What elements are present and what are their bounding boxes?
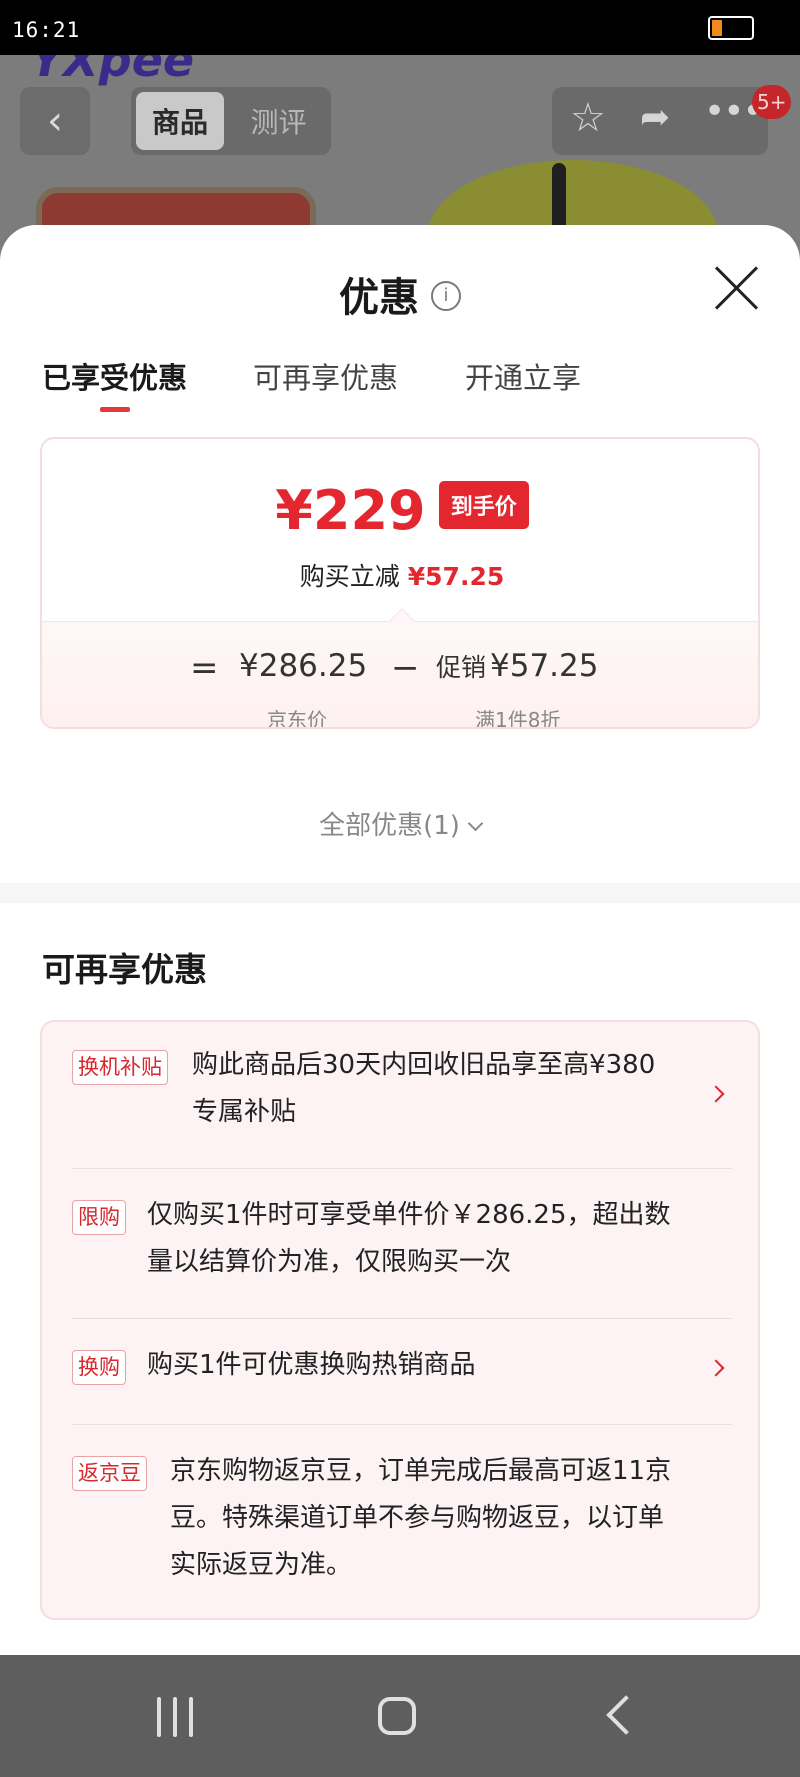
promo-label: 促销 — [436, 653, 487, 682]
status-time: 16:21 — [12, 18, 81, 42]
offer-jd-beans: 返京豆 京东购物返京豆，订单完成后最高可返11京 豆。特殊渠道订单不参与购物返豆… — [72, 1456, 732, 1606]
offer-text: 京东购物返京豆，订单完成后最高可返11京 豆。特殊渠道订单不参与购物返豆，以订单… — [170, 1448, 671, 1589]
offer-text: 购买1件可优惠换购热销商品 — [147, 1342, 476, 1389]
back-nav-icon[interactable] — [606, 1695, 646, 1735]
more-offers-title: 可再享优惠 — [42, 950, 207, 989]
more-offers-card: 换机补贴 购此商品后30天内回收旧品享至高¥380 专属补贴 限购 仅购买1件时… — [40, 1020, 760, 1620]
savings-row: 购买立减 ¥57.25 — [42, 557, 758, 593]
notification-badge: 5+ — [752, 85, 792, 119]
offer-divider — [72, 1168, 732, 1169]
page-segment-control[interactable]: 商品 测评 — [131, 87, 331, 155]
share-icon[interactable]: ➦ — [640, 97, 670, 138]
back-icon[interactable]: ‹ — [20, 87, 90, 155]
offers-sheet: 优惠 i 已享受优惠 可再享优惠 开通立享 ¥229 到手价 购买立减 ¥57.25… — [0, 225, 800, 1655]
offer-tag: 换购 — [72, 1350, 126, 1386]
offer-tag: 返京豆 — [72, 1456, 147, 1492]
offer-tag: 换机补贴 — [72, 1050, 168, 1086]
offer-text-line: 京东购物返京豆，订单完成后最高可返11京 — [170, 1456, 672, 1486]
offer-exchange[interactable]: 换购 购买1件可优惠换购热销商品 — [72, 1350, 732, 1400]
tab-activate[interactable]: 开通立享 — [465, 355, 581, 397]
brand-logo: YXpee — [30, 55, 195, 87]
final-price-row: ¥229 到手价 — [42, 479, 758, 542]
offer-text-line: 专属补贴 — [192, 1097, 297, 1127]
offer-text-line: 实际返豆为准。 — [170, 1550, 353, 1580]
offer-trade-in[interactable]: 换机补贴 购此商品后30天内回收旧品享至高¥380 专属补贴 — [72, 1050, 732, 1150]
final-price: ¥229 — [275, 479, 426, 542]
all-offers-link[interactable]: 全部优惠(1) — [0, 805, 800, 842]
sheet-title: 优惠 i — [0, 265, 800, 323]
recent-apps-icon[interactable] — [155, 1697, 195, 1737]
price-breakdown: = ¥286.25 − 促销 ¥57.25 京东价 满1件8折 — [42, 608, 758, 729]
chevron-right-icon — [707, 1359, 725, 1377]
close-button[interactable] — [712, 263, 762, 313]
system-nav-bar — [0, 1655, 800, 1777]
sheet-title-text: 优惠 — [339, 275, 419, 321]
all-offers-label: 全部优惠(1) — [319, 811, 460, 841]
offer-text: 仅购买1件时可享受单件价￥286.25，超出数 量以结算价为准，仅限购买一次 — [147, 1192, 671, 1286]
offer-purchase-limit: 限购 仅购买1件时可享受单件价￥286.25，超出数 量以结算价为准，仅限购买一… — [72, 1200, 732, 1300]
promo-description: 满1件8折 — [475, 708, 561, 729]
segment-product[interactable]: 商品 — [136, 92, 224, 150]
chevron-right-icon — [707, 1085, 725, 1103]
offer-text-line: 购此商品后30天内回收旧品享至高¥380 — [192, 1050, 656, 1080]
offer-text-line: 豆。特殊渠道订单不参与购物返豆，以订单 — [170, 1503, 665, 1533]
equals-sign: = — [190, 648, 219, 688]
tab-more-offers[interactable]: 可再享优惠 — [253, 355, 398, 397]
star-icon[interactable]: ☆ — [570, 95, 606, 141]
section-divider — [0, 883, 800, 903]
status-bar: 16:21 — [0, 0, 800, 55]
tab-active-indicator — [100, 407, 130, 412]
product-cord — [552, 163, 566, 233]
minus-sign: − — [391, 648, 420, 688]
tab-enjoyed[interactable]: 已享受优惠 — [42, 355, 187, 397]
chevron-down-icon — [467, 815, 484, 832]
segment-review[interactable]: 测评 — [231, 92, 326, 150]
price-card: ¥229 到手价 购买立减 ¥57.25 = ¥286.25 − 促销 ¥57.25… — [40, 437, 760, 729]
home-icon[interactable] — [378, 1697, 416, 1735]
promo-amount: 促销 ¥57.25 — [436, 648, 599, 684]
offer-text: 购此商品后30天内回收旧品享至高¥380 专属补贴 — [192, 1042, 655, 1136]
jd-price-label: 京东价 — [267, 708, 327, 729]
offer-divider — [72, 1424, 732, 1425]
final-price-tag: 到手价 — [438, 480, 529, 529]
jd-price: ¥286.25 — [239, 648, 368, 684]
offer-text-line: 量以结算价为准，仅限购买一次 — [147, 1247, 512, 1277]
info-icon[interactable]: i — [431, 281, 461, 311]
offer-tag: 限购 — [72, 1200, 126, 1236]
offer-tabs: 已享受优惠 可再享优惠 开通立享 — [0, 355, 800, 415]
offer-text-line: 购买1件可优惠换购热销商品 — [147, 1350, 476, 1380]
promo-value: ¥57.25 — [490, 648, 599, 684]
offer-text-line: 仅购买1件时可享受单件价￥286.25，超出数 — [147, 1200, 671, 1230]
battery-icon — [708, 16, 754, 40]
savings-value: ¥57.25 — [407, 562, 505, 591]
offer-divider — [72, 1318, 732, 1319]
page-actions: ☆ ➦ ••• — [552, 87, 768, 155]
savings-label: 购买立减 — [299, 562, 400, 591]
